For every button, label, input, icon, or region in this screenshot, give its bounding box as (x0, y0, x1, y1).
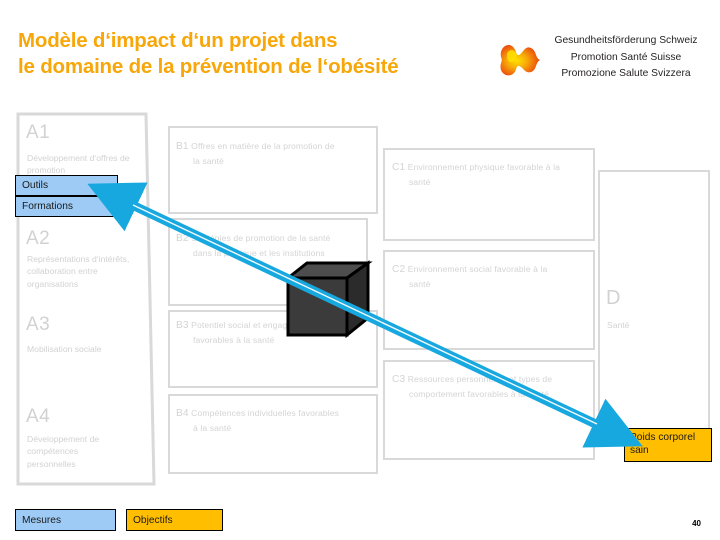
highlight-outils-label: Outils (22, 180, 49, 191)
cell-b4-line2: à la santé (193, 423, 232, 434)
cell-b3-code: B3 (176, 320, 189, 331)
logo-line-de: Gesundheitsförderung Schweiz (554, 35, 698, 46)
cell-c1-code: C1 (392, 162, 406, 173)
cell-c2-code: C2 (392, 264, 406, 275)
legend-objectifs[interactable]: Objectifs (126, 509, 223, 531)
legend-mesures-label: Mesures (22, 514, 62, 526)
cell-c3-line1: Ressources personnelles et types de (407, 374, 553, 384)
cell-c2-line2: santé (409, 279, 431, 290)
cell-c2-text: C2 Environnement social favorable à la s… (392, 262, 592, 292)
cell-c3-text: C3 Ressources personnelles et types de c… (392, 372, 594, 402)
cell-b1-line1: Offres en matière de la promotion de (191, 141, 335, 151)
flame-icon (500, 44, 540, 76)
cell-b2-line2: dans la politique et les institutions (193, 248, 325, 259)
label-a2-code: A2 (26, 228, 51, 249)
highlight-formations[interactable]: Formations (15, 196, 118, 217)
cell-b4-text: B4 Compétences individuelles favorables … (176, 406, 378, 436)
logo-line-fr: Promotion Santé Suisse (570, 51, 682, 63)
highlight-formations-label: Formations (22, 201, 73, 212)
highlight-outils[interactable]: Outils (15, 175, 118, 196)
cell-b2-line1: Stratégies de promotion de la santé (191, 233, 331, 243)
cell-b3-text: B3 Potentiel social et engagement favora… (176, 318, 376, 348)
label-d-code: D (606, 287, 621, 309)
cell-b4-line1: Compétences individuelles favorables (191, 408, 340, 418)
page-title-line-1: Modèle d‘impact d‘un projet dans (18, 29, 338, 52)
label-a3-code: A3 (26, 314, 51, 335)
label-a1-text: Développement d‘offres de promotion (27, 153, 130, 176)
page-title: Modèle d‘impact d‘un projet dans le doma… (18, 28, 538, 80)
cell-c1-line1: Environnement physique favorable à la (407, 162, 561, 172)
label-a4-code: A4 (26, 406, 51, 427)
page-number: 40 (692, 519, 701, 528)
cell-b2-text: B2 Stratégies de promotion de la santé d… (176, 231, 368, 261)
slide-canvas: Modèle d‘impact d‘un projet dans le doma… (0, 0, 720, 540)
cell-b1-code: B1 (176, 141, 189, 152)
label-d-text: Santé (607, 320, 630, 330)
cell-c1-text: C1 Environnement physique favorable à la… (392, 160, 592, 190)
cell-b2-code: B2 (176, 233, 189, 244)
highlight-poids-line1: Poids corporel (630, 432, 696, 444)
logo-line-it: Promozione Salute Svizzera (561, 68, 691, 80)
cell-c3-code: C3 (392, 374, 406, 385)
cell-c3-line2: comportement favorables à la santé (409, 389, 550, 400)
cell-c1-line2: santé (409, 177, 431, 188)
highlight-poids-corporel-sain[interactable]: Poids corporel sain (624, 428, 712, 462)
logo: Gesundheitsförderung Schweiz Promotion S… (495, 33, 710, 91)
legend-mesures[interactable]: Mesures (15, 509, 116, 531)
logo-text: Gesundheitsförderung Schweiz Promotion S… (540, 33, 712, 83)
highlight-poids-line2: sain (630, 445, 649, 456)
cell-b3-line1: Potentiel social et engagement (191, 320, 312, 330)
label-a2-text: Représentations d‘intérêts, collaboratio… (27, 254, 130, 289)
cell-c2-line1: Environnement social favorable à la (407, 264, 548, 274)
cell-b1-line2: la santé (193, 156, 224, 167)
cell-b3-line2: favorables à la santé (193, 335, 275, 346)
label-a1-code: A1 (26, 122, 51, 143)
cell-b1-text: B1 Offres en matière de la promotion de … (176, 139, 372, 169)
page-title-line-2: le domaine de la prévention de l‘obésité (18, 55, 399, 79)
legend-objectifs-label: Objectifs (133, 514, 173, 526)
label-a3-text: Mobilisation sociale (27, 344, 102, 354)
cell-b4-code: B4 (176, 408, 189, 419)
label-a4-text: Développement de compétences personnelle… (27, 434, 100, 469)
